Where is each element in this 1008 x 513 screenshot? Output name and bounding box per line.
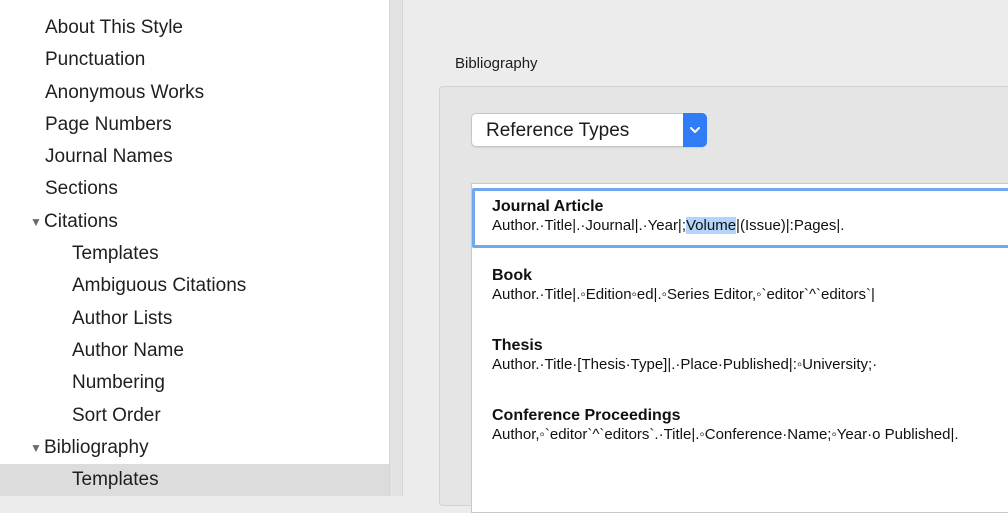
sidebar-item-label: Author Lists <box>72 307 173 329</box>
disclosure-triangle-expanded-icon[interactable]: ▼ <box>30 206 44 238</box>
section-title: Bibliography <box>455 55 538 72</box>
sidebar-item-anonymous-works[interactable]: Anonymous Works <box>0 77 389 109</box>
sidebar-item-punctuation[interactable]: Punctuation <box>0 44 389 76</box>
reference-types-label: Reference Types <box>486 120 630 141</box>
template-name: Conference Proceedings <box>492 407 681 424</box>
sidebar-item-bibliography-templates[interactable]: Templates <box>0 464 389 497</box>
sidebar-item-bibliography[interactable]: ▼ Bibliography <box>0 432 389 464</box>
template-name: Journal Article <box>492 198 604 215</box>
reference-types-popup[interactable]: Reference Types <box>471 113 707 147</box>
template-name: Book <box>492 267 532 284</box>
sidebar-item-about-this-style[interactable]: About This Style <box>0 12 389 44</box>
template-conference-proceedings[interactable]: Conference Proceedings Author,◦`editor`^… <box>472 406 1008 444</box>
template-text-before-selection: Author.·Title|.·Journal|.·Year|; <box>492 217 686 234</box>
sidebar-item-author-name[interactable]: Author Name <box>0 335 389 367</box>
sidebar-item-citations[interactable]: ▼ Citations <box>0 206 389 238</box>
sidebar-item-label: Ambiguous Citations <box>72 275 247 297</box>
sidebar-item-journal-names[interactable]: Journal Names <box>0 141 389 173</box>
sidebar-item-label: Bibliography <box>44 436 149 458</box>
sidebar-list: About This Style Punctuation Anonymous W… <box>0 12 389 497</box>
sidebar-item-label: Page Numbers <box>45 113 172 135</box>
sidebar-item-label: Anonymous Works <box>45 81 205 103</box>
main-panel: Bibliography Reference Types Journal Art… <box>403 0 1008 513</box>
sidebar-item-numbering[interactable]: Numbering <box>0 367 389 399</box>
template-journal-article[interactable]: Journal Article Author.·Title|.·Journal|… <box>472 188 1008 248</box>
sidebar-item-label: Sections <box>45 178 118 200</box>
template-body[interactable]: Author.·Title·[Thesis·Type]|.·Place·Publ… <box>492 355 1008 374</box>
sidebar-item-label: Templates <box>72 243 159 265</box>
templates-editor[interactable]: Journal Article Author.·Title|.·Journal|… <box>471 183 1008 513</box>
template-book[interactable]: Book Author.·Title|.◦Edition◦ed|.◦Series… <box>472 266 1008 304</box>
template-body[interactable]: Author.·Title|.◦Edition◦ed|.◦Series Edit… <box>492 285 1008 304</box>
sidebar-item-ambiguous-citations[interactable]: Ambiguous Citations <box>0 270 389 302</box>
template-name: Thesis <box>492 337 543 354</box>
sidebar-item-author-lists[interactable]: Author Lists <box>0 303 389 335</box>
sidebar-item-label: Journal Names <box>45 146 173 168</box>
sidebar-item-label: Citations <box>44 210 118 232</box>
disclosure-triangle-expanded-icon[interactable]: ▼ <box>30 432 44 464</box>
template-thesis[interactable]: Thesis Author.·Title·[Thesis·Type]|.·Pla… <box>472 336 1008 374</box>
chevron-down-icon[interactable] <box>683 113 707 147</box>
sidebar: About This Style Punctuation Anonymous W… <box>0 0 390 497</box>
sidebar-item-label: Punctuation <box>45 49 146 71</box>
sidebar-item-sections[interactable]: Sections <box>0 173 389 205</box>
sidebar-item-label: Sort Order <box>72 404 161 426</box>
sidebar-item-label: Templates <box>72 469 159 491</box>
selected-text: Volume <box>686 217 737 234</box>
template-body[interactable]: Author,◦`editor`^`editors`.·Title|.◦Conf… <box>492 425 1008 444</box>
sidebar-item-label: Numbering <box>72 372 165 394</box>
template-body[interactable]: Author.·Title|.·Journal|.·Year|;Volume|(… <box>492 216 1008 235</box>
sidebar-item-page-numbers[interactable]: Page Numbers <box>0 109 389 141</box>
sidebar-item-label: About This Style <box>45 17 184 38</box>
template-text-after-selection: |(Issue)|:Pages|. <box>736 217 845 234</box>
sidebar-item-sort-order[interactable]: Sort Order <box>0 400 389 432</box>
sidebar-item-label: Author Name <box>72 339 184 361</box>
sidebar-item-citations-templates[interactable]: Templates <box>0 238 389 270</box>
pane-divider[interactable] <box>390 0 403 496</box>
